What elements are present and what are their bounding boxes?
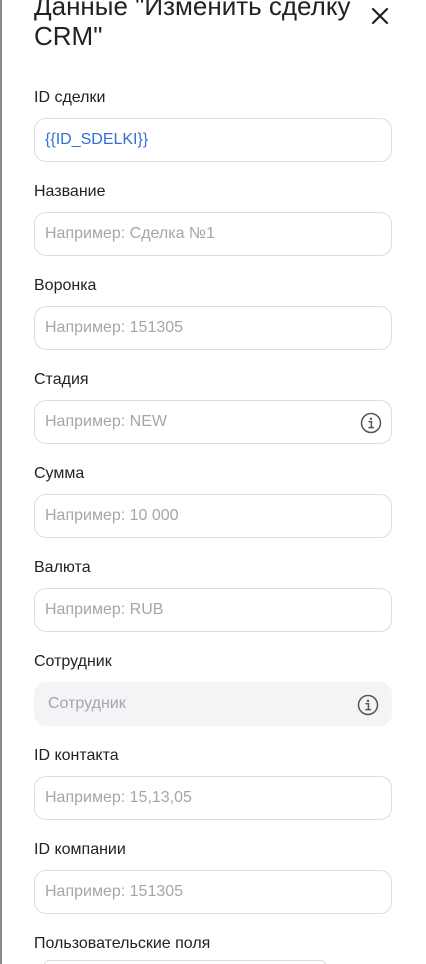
pipeline-placeholder: Например: 151305	[45, 319, 184, 336]
stage-info-button[interactable]	[360, 412, 382, 434]
employee-placeholder: Сотрудник	[48, 695, 126, 712]
contact-id-input[interactable]: Например: 15,13,05	[34, 776, 392, 820]
close-button[interactable]	[366, 2, 394, 30]
deal-id-input[interactable]: {{ID_SDELKI}}	[34, 118, 392, 162]
stage-placeholder: Например: NEW	[45, 413, 167, 430]
deal-name-label: Название	[34, 183, 106, 200]
pipeline-input[interactable]: Например: 151305	[34, 306, 392, 350]
stage-label: Стадия	[34, 371, 89, 388]
amount-label: Сумма	[34, 465, 85, 482]
company-id-label: ID компании	[34, 841, 126, 858]
close-icon	[371, 7, 389, 25]
edit-deal-dialog: Данные "Изменить сделку CRM" ID сделки {…	[2, 0, 426, 964]
company-id-input[interactable]: Например: 151305	[34, 870, 392, 914]
company-id-placeholder: Например: 151305	[45, 883, 184, 900]
dialog-title: Данные "Изменить сделку CRM"	[34, 0, 351, 51]
info-icon	[360, 412, 382, 434]
stage-input[interactable]: Например: NEW	[34, 400, 392, 444]
employee-info-button[interactable]	[357, 694, 379, 716]
custom-fields-label: Пользовательские поля	[34, 935, 211, 952]
currency-label: Валюта	[34, 559, 91, 576]
employee-label: Сотрудник	[34, 653, 112, 670]
amount-input[interactable]: Например: 10 000	[34, 494, 392, 538]
pipeline-label: Воронка	[34, 277, 97, 294]
currency-input[interactable]: Например: RUB	[34, 588, 392, 632]
info-icon	[357, 694, 379, 716]
deal-id-label: ID сделки	[34, 89, 106, 106]
deal-id-value: {{ID_SDELKI}}	[45, 131, 149, 148]
employee-input[interactable]: Сотрудник	[34, 682, 392, 726]
deal-name-placeholder: Например: Сделка №1	[45, 225, 215, 242]
contact-id-label: ID контакта	[34, 747, 119, 764]
amount-placeholder: Например: 10 000	[45, 507, 179, 524]
deal-name-input[interactable]: Например: Сделка №1	[34, 212, 392, 256]
contact-id-placeholder: Например: 15,13,05	[45, 789, 192, 806]
custom-fields-container[interactable]	[44, 960, 326, 964]
currency-placeholder: Например: RUB	[45, 601, 164, 618]
